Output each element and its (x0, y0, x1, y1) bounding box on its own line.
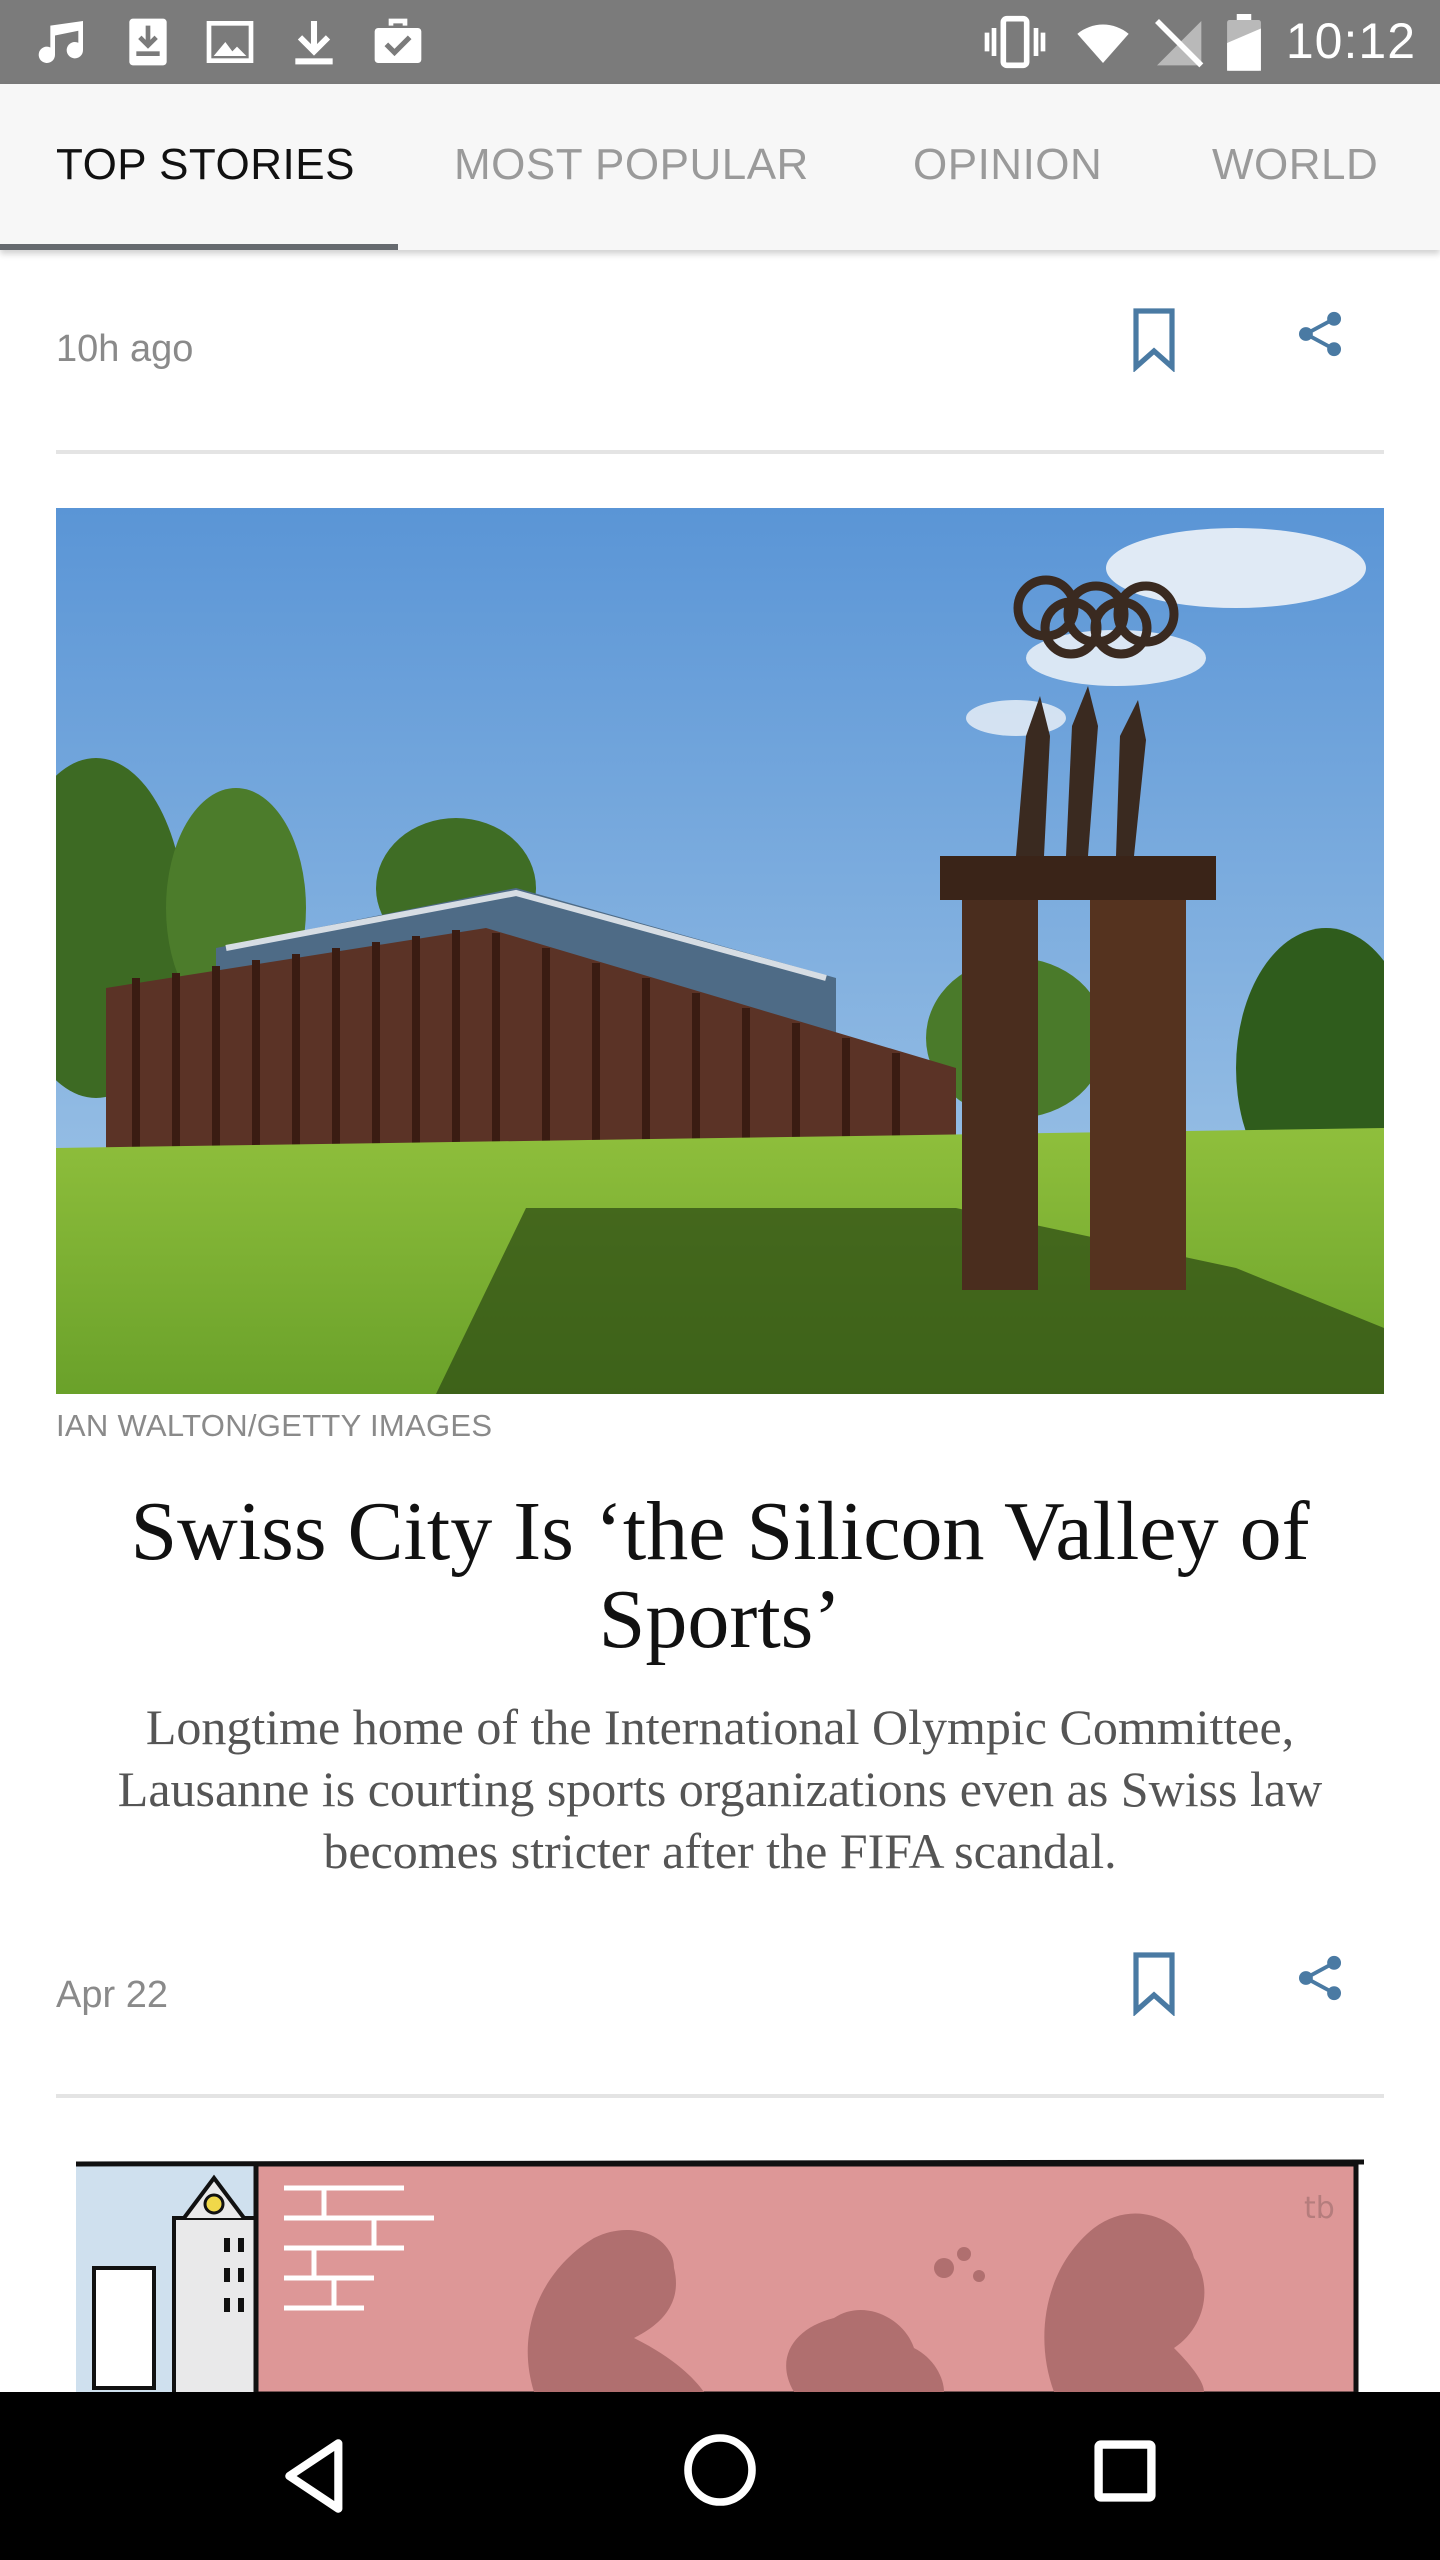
image-credit: IAN WALTON/GETTY IMAGES (56, 1408, 493, 1443)
article-headline[interactable]: Swiss City Is ‘the Silicon Valley of Spo… (56, 1488, 1384, 1664)
article-meta-row: 10h ago (56, 306, 1384, 406)
status-bar: 10:12 (0, 0, 1440, 84)
music-note-icon (38, 21, 83, 64)
bookmark-icon[interactable] (1130, 1950, 1178, 2016)
article-meta-row: Apr 22 (56, 1950, 1384, 2050)
article-summary[interactable]: Longtime home of the International Olymp… (56, 1696, 1384, 1882)
image-icon (206, 21, 254, 63)
tab-opinion[interactable]: OPINION (913, 140, 1102, 190)
share-icon[interactable] (1294, 308, 1346, 360)
article-timestamp: 10h ago (56, 328, 194, 370)
cartoon-signature: tb (1304, 2191, 1335, 2226)
article-hero-image[interactable] (56, 508, 1384, 1394)
tab-world[interactable]: WORLD (1212, 140, 1378, 190)
briefcase-check-icon (374, 18, 422, 63)
system-nav-bar (0, 2392, 1440, 2560)
download-box-icon (129, 18, 167, 66)
tab-most-popular[interactable]: MOST POPULAR (454, 140, 809, 190)
tab-top-stories[interactable]: TOP STORIES (56, 140, 355, 190)
recents-icon[interactable] (1092, 2438, 1158, 2504)
download-icon (295, 21, 333, 65)
active-tab-indicator (0, 244, 398, 250)
divider (56, 450, 1384, 454)
back-icon[interactable] (280, 2436, 350, 2516)
article-timestamp: Apr 22 (56, 1974, 168, 2016)
article-cartoon-image[interactable]: tb (74, 2158, 1368, 2392)
battery-icon (1227, 14, 1261, 71)
section-tab-bar: TOP STORIES MOST POPULAR OPINION WORLD (0, 84, 1440, 250)
no-signal-icon (1155, 19, 1204, 68)
share-icon[interactable] (1294, 1952, 1346, 2004)
vibrate-icon (984, 15, 1046, 69)
home-icon[interactable] (682, 2432, 758, 2508)
divider (56, 2094, 1384, 2098)
bookmark-icon[interactable] (1130, 306, 1178, 372)
clock: 10:12 (1285, 13, 1416, 69)
wifi-icon (1077, 24, 1129, 63)
